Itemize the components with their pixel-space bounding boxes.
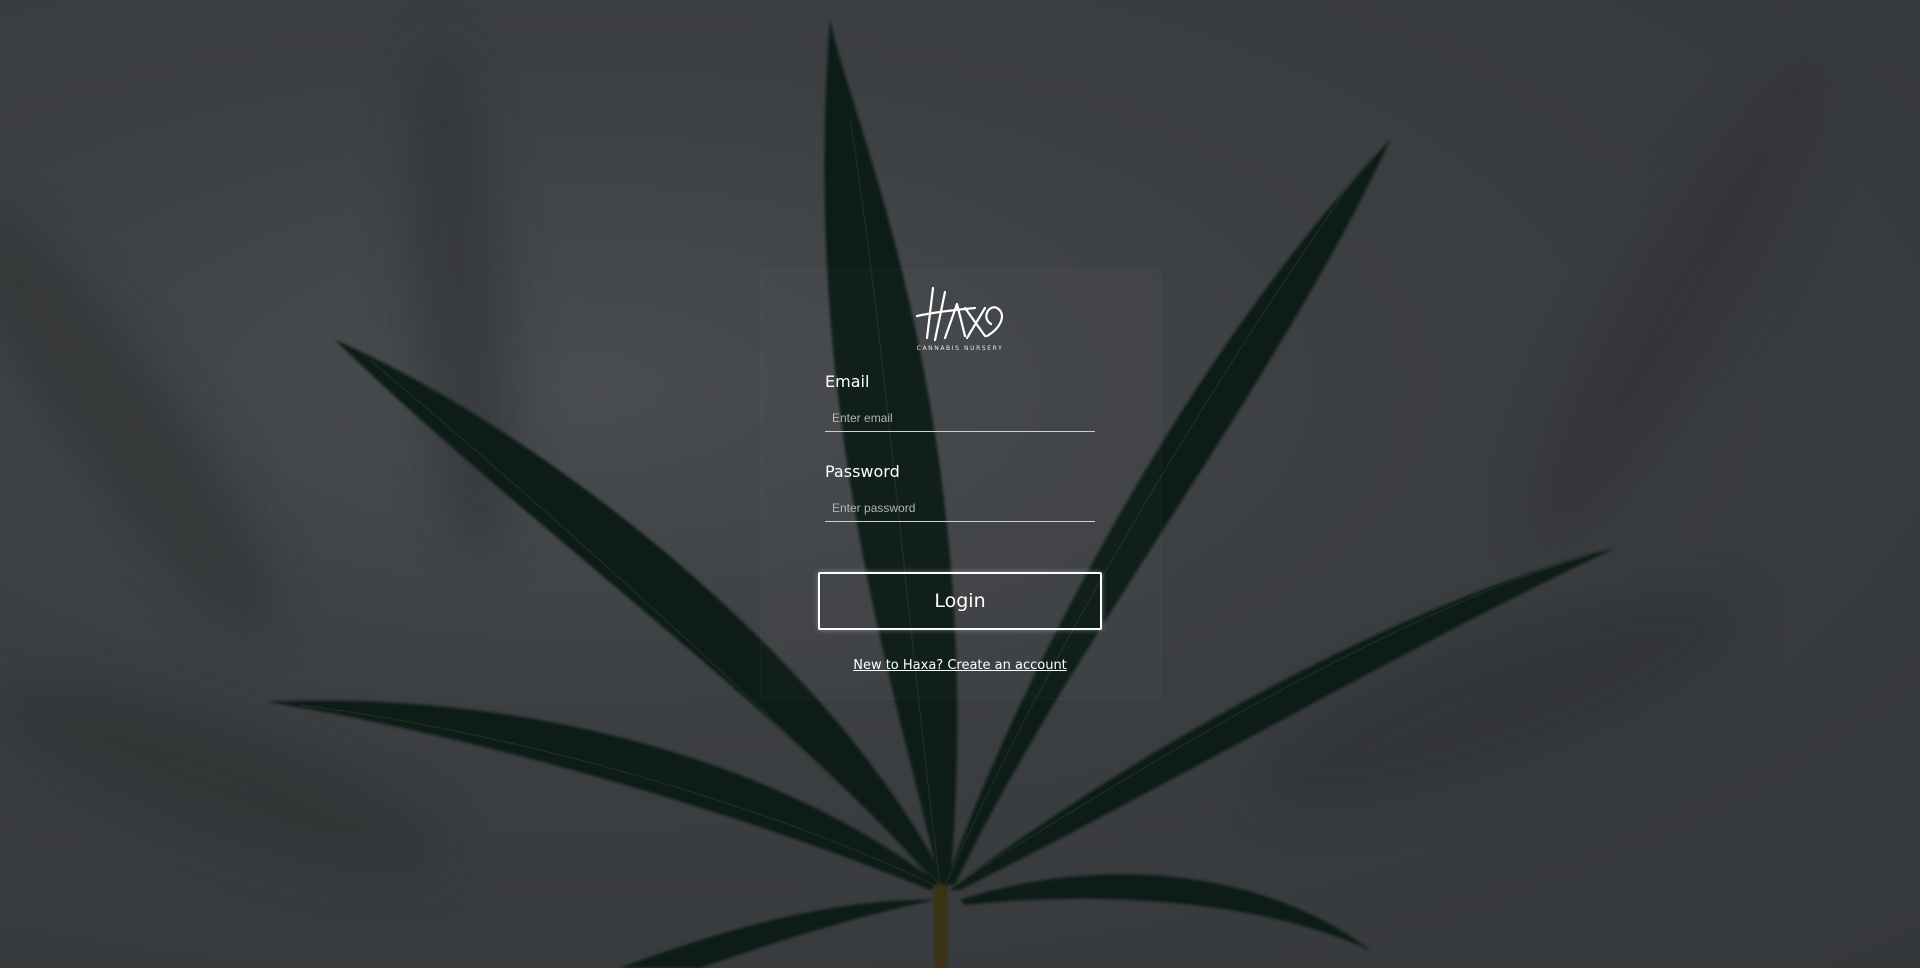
- password-input[interactable]: [825, 494, 1095, 522]
- create-account-link[interactable]: New to Haxa? Create an account: [760, 658, 1160, 673]
- password-label: Password: [825, 462, 900, 481]
- email-label: Email: [825, 372, 870, 391]
- login-button[interactable]: Login: [818, 572, 1102, 630]
- login-page: CANNABIS NURSERY Email Password Login Ne…: [0, 0, 1920, 968]
- email-input[interactable]: [825, 404, 1095, 432]
- logo-subtitle: CANNABIS NURSERY: [916, 345, 1004, 352]
